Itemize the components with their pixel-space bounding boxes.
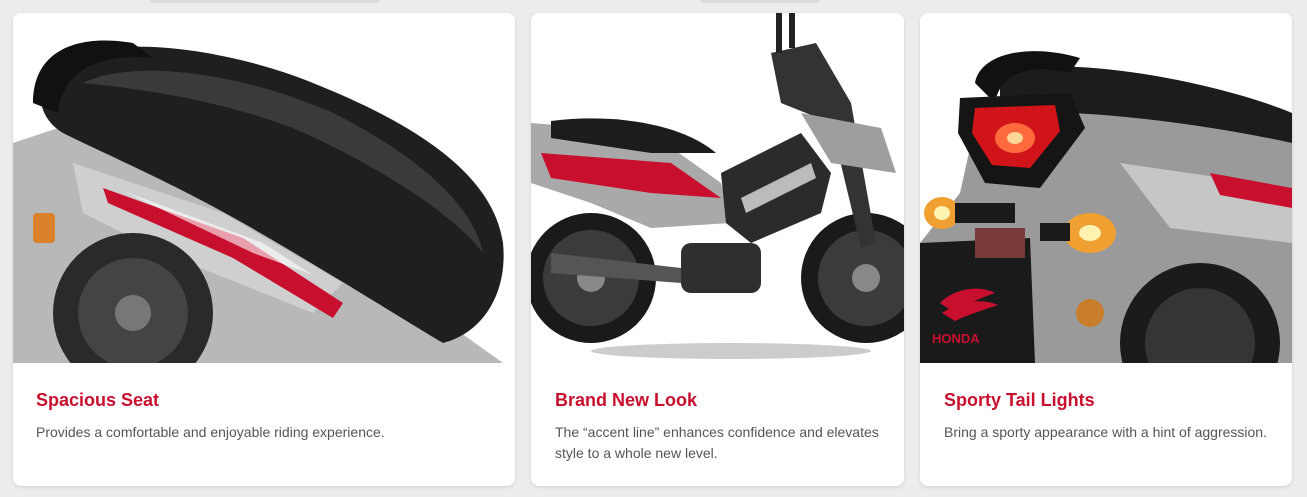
feature-title: Spacious Seat — [36, 390, 160, 410]
motorcycle-seat-image — [13, 13, 515, 363]
feature-card-sporty-tail-lights[interactable]: HONDA Sporty Tail Lights Bring a sporty … — [920, 13, 1292, 486]
motorcycle-side-view-image — [531, 13, 904, 363]
top-divider — [700, 0, 820, 3]
feature-title: Brand New Look — [555, 390, 698, 410]
top-divider — [150, 0, 380, 3]
feature-title: Sporty Tail Lights — [944, 390, 1095, 410]
feature-card-spacious-seat[interactable]: Spacious Seat Provides a comfortable and… — [13, 13, 515, 486]
feature-description: The “accent line” enhances confidence an… — [555, 424, 879, 461]
feature-card-brand-new-look[interactable]: Brand New Look The “accent line” enhance… — [531, 13, 904, 486]
feature-description: Provides a comfortable and enjoyable rid… — [36, 424, 385, 440]
motorcycle-tail-light-image: HONDA — [920, 13, 1292, 363]
feature-description: Bring a sporty appearance with a hint of… — [944, 424, 1267, 440]
svg-text:HONDA: HONDA — [932, 331, 980, 346]
